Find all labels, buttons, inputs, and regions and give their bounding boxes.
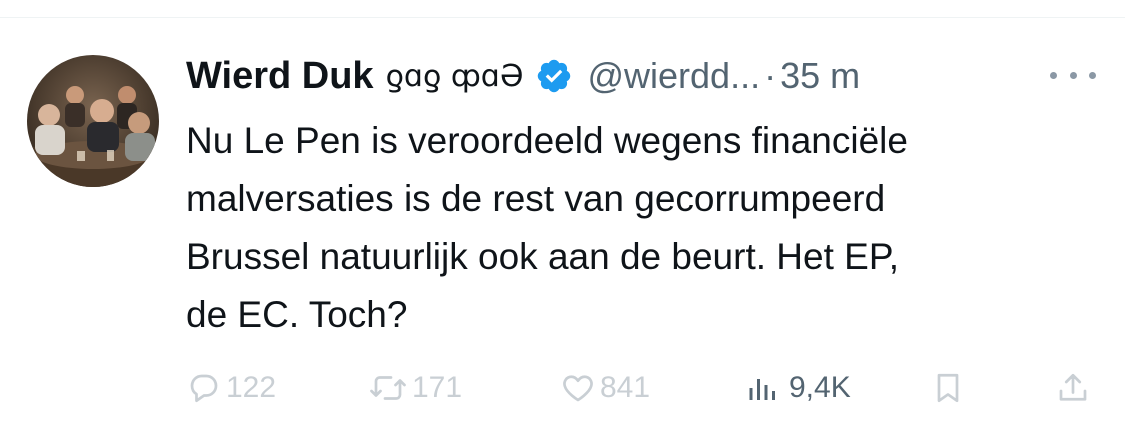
separator-dot: · <box>764 55 777 96</box>
tweet-text-line: Nu Le Pen is veroordeeld wegens financië… <box>186 120 908 161</box>
bookmark-button[interactable] <box>930 362 966 414</box>
repost-button[interactable]: 171 <box>368 362 462 414</box>
bookmark-icon <box>937 373 959 403</box>
like-count: 841 <box>600 371 651 404</box>
views-count: 9,4K <box>789 371 851 404</box>
like-button[interactable]: 841 <box>560 362 650 414</box>
more-dot <box>1069 71 1077 79</box>
tweet-text-line: Brussel natuurlijk ook aan de beurt. Het… <box>186 236 900 277</box>
tweet-header: Wierd Duk ƍɑƍ ȹɑƏ @wierdd... · 35 m <box>186 50 860 102</box>
tweet-text-line: de EC. Toch? <box>186 294 408 335</box>
reply-icon <box>190 374 218 403</box>
reply-button[interactable]: 122 <box>186 362 276 414</box>
repost-icon <box>370 376 406 400</box>
avatar[interactable] <box>27 55 159 187</box>
reply-count: 122 <box>226 371 277 404</box>
share-icon <box>1059 373 1087 401</box>
heart-icon <box>563 375 593 402</box>
author-name-glyphs: ƍɑƍ ȹɑƏ <box>385 58 524 94</box>
share-button[interactable] <box>1055 362 1091 414</box>
more-dot <box>1050 71 1057 79</box>
repost-count: 171 <box>412 371 463 404</box>
more-dot <box>1089 71 1096 79</box>
verified-badge-icon[interactable] <box>535 57 573 95</box>
author-display-name[interactable]: Wierd Duk <box>186 55 374 98</box>
avatar-image <box>27 55 159 187</box>
action-bar: 122 171 841 9,4K <box>0 362 1125 414</box>
tweet-text: Nu Le Pen is veroordeeld wegens financië… <box>186 112 1086 344</box>
views-bar-chart-icon <box>749 379 775 400</box>
more-dots-icon[interactable] <box>1050 62 1096 88</box>
author-handle[interactable]: @wierdd... <box>587 55 760 97</box>
views-button[interactable]: 9,4K <box>745 362 851 414</box>
tweet-text-line: malversaties is de rest van gecorrumpeer… <box>186 178 886 219</box>
top-divider <box>0 17 1125 18</box>
timestamp[interactable]: 35 m <box>780 55 860 97</box>
